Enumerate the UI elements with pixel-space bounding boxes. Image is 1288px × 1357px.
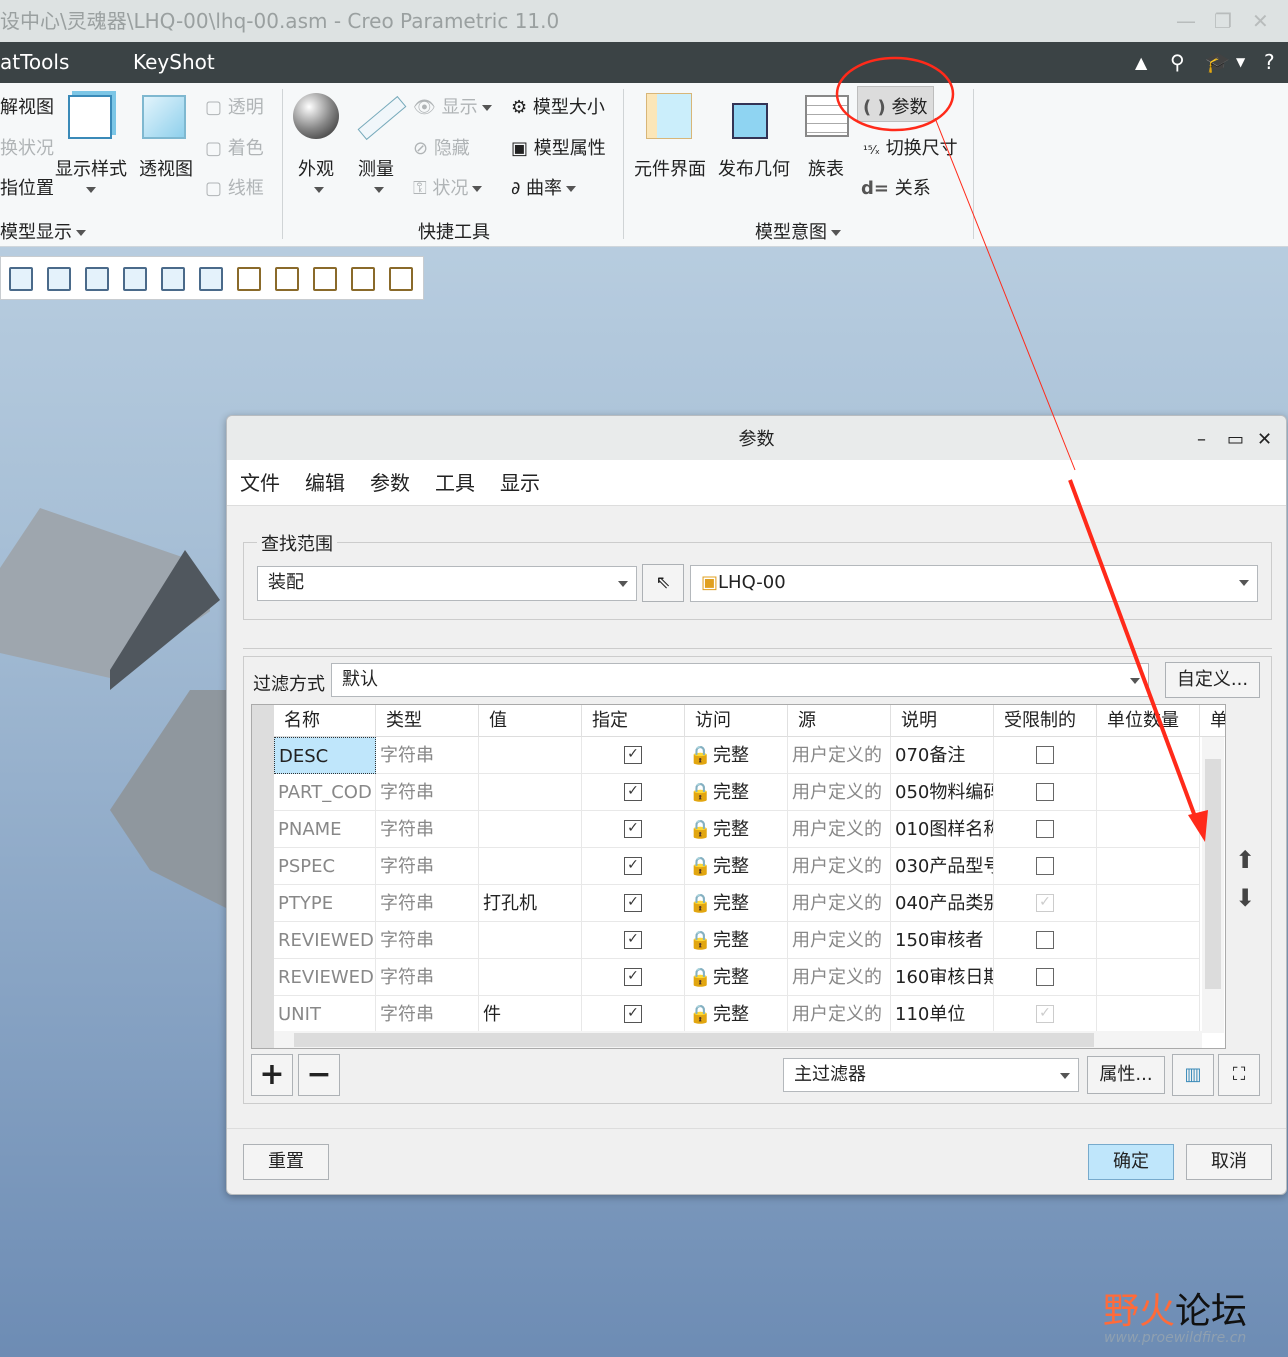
annotation-line — [934, 117, 1076, 471]
annotation-overlay — [835, 56, 1208, 842]
annotation-arrowhead — [1188, 810, 1208, 842]
watermark-url: www.proewildfire.cn — [1104, 1330, 1247, 1346]
watermark-logo: 野火论坛 — [1103, 1282, 1247, 1334]
watermark-brand: 野火论坛 — [1103, 1291, 1248, 1332]
annotation-arrow — [1068, 479, 1202, 831]
